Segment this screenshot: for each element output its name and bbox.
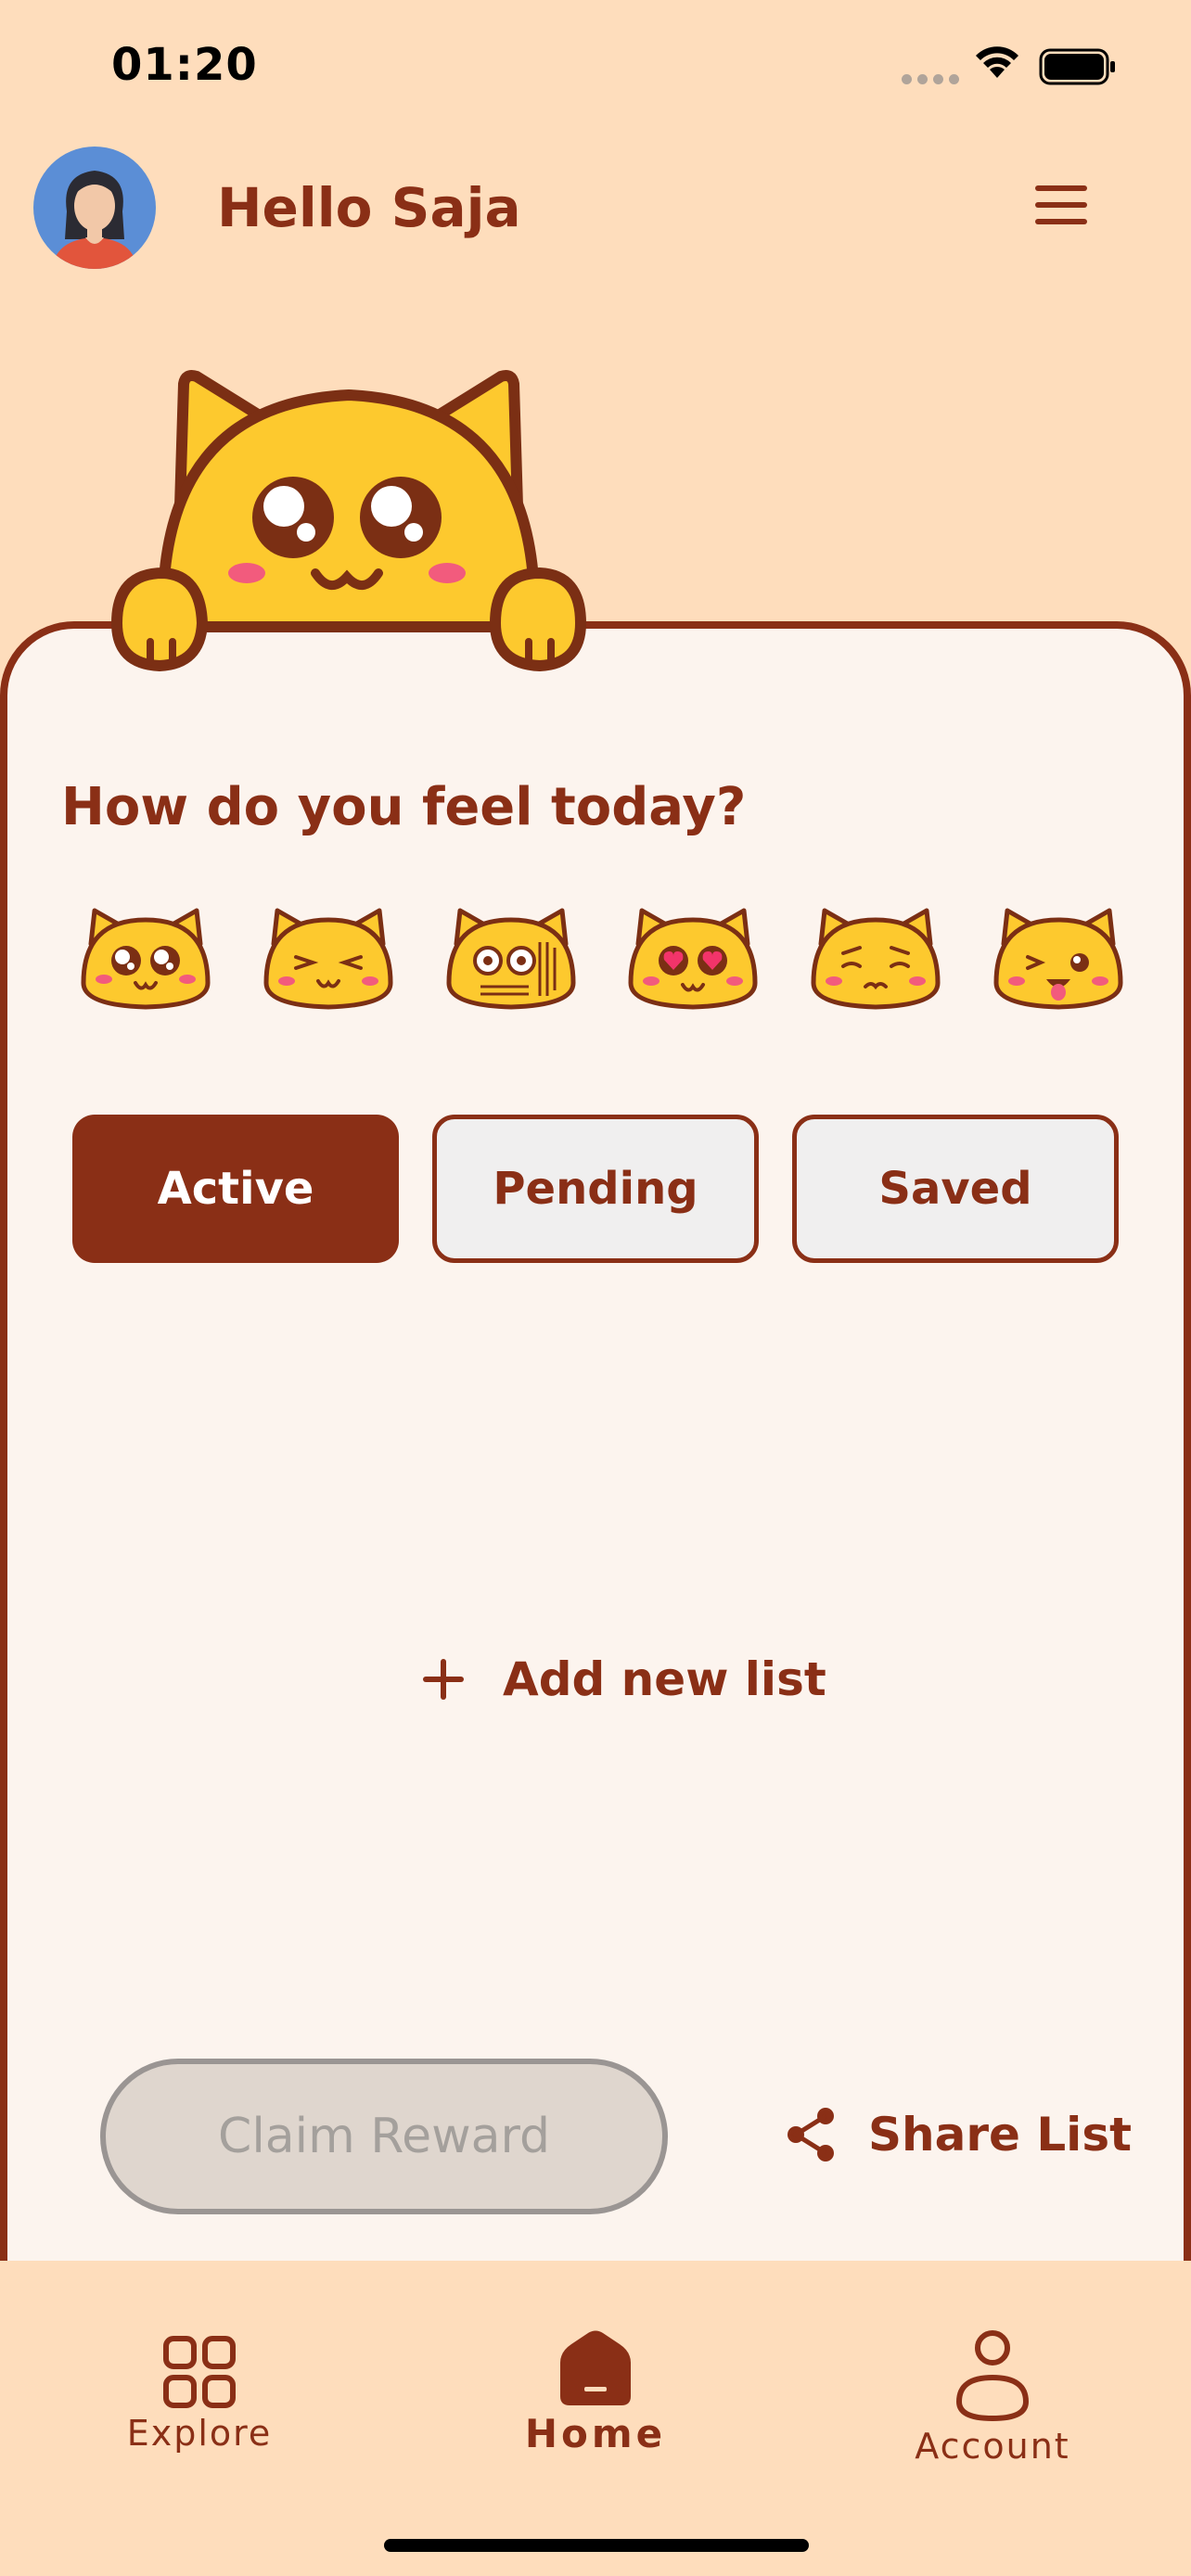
nav-account[interactable]: Account <box>909 2329 1076 2467</box>
grid-icon <box>163 2336 236 2408</box>
mood-selector <box>78 907 1126 1011</box>
avatar[interactable] <box>33 147 156 269</box>
battery-icon <box>1039 48 1115 85</box>
mood-sad-cat-icon[interactable] <box>808 907 943 1011</box>
tab-active[interactable]: Active <box>72 1115 399 1263</box>
nav-home-label: Home <box>524 2411 667 2456</box>
share-icon <box>788 2108 834 2162</box>
claim-reward-button[interactable]: Claim Reward <box>100 2059 668 2214</box>
person-icon <box>955 2330 1030 2422</box>
mood-excited-cat-icon[interactable] <box>78 907 213 1011</box>
greeting-title: Hello Saja <box>217 176 521 239</box>
status-time: 01:20 <box>111 39 258 91</box>
tab-pending[interactable]: Pending <box>432 1115 759 1263</box>
share-list-button[interactable]: Share List <box>785 2107 1132 2162</box>
list-status-tabs: Active Pending Saved <box>72 1115 1119 1263</box>
status-bar: 01:20 <box>0 0 1191 139</box>
home-indicator <box>384 2539 809 2552</box>
tab-saved[interactable]: Saved <box>792 1115 1119 1263</box>
mood-in-love-cat-icon[interactable] <box>625 907 761 1011</box>
add-new-list-button[interactable]: Add new list <box>423 1652 826 1706</box>
home-icon <box>560 2330 631 2405</box>
mood-question: How do you feel today? <box>61 777 747 837</box>
plus-icon <box>423 1659 464 1700</box>
nav-account-label: Account <box>915 2426 1070 2467</box>
hamburger-menu-icon[interactable] <box>1035 185 1098 232</box>
mood-content-cat-icon[interactable] <box>261 907 396 1011</box>
nav-explore-label: Explore <box>126 2413 273 2454</box>
mood-playful-cat-icon[interactable] <box>991 907 1126 1011</box>
wifi-icon <box>976 46 1018 78</box>
add-new-list-label: Add new list <box>503 1652 826 1706</box>
nav-explore[interactable]: Explore <box>121 2335 278 2454</box>
cellular-signal-icon <box>902 74 959 84</box>
mood-confused-cat-icon[interactable] <box>443 907 579 1011</box>
app-header: Hello Saja <box>0 139 1191 278</box>
nav-home[interactable]: Home <box>519 2329 672 2456</box>
cat-mascot-illustration <box>110 370 587 672</box>
bottom-navigation: Explore Home Account <box>0 2261 1191 2576</box>
share-list-label: Share List <box>868 2108 1132 2162</box>
